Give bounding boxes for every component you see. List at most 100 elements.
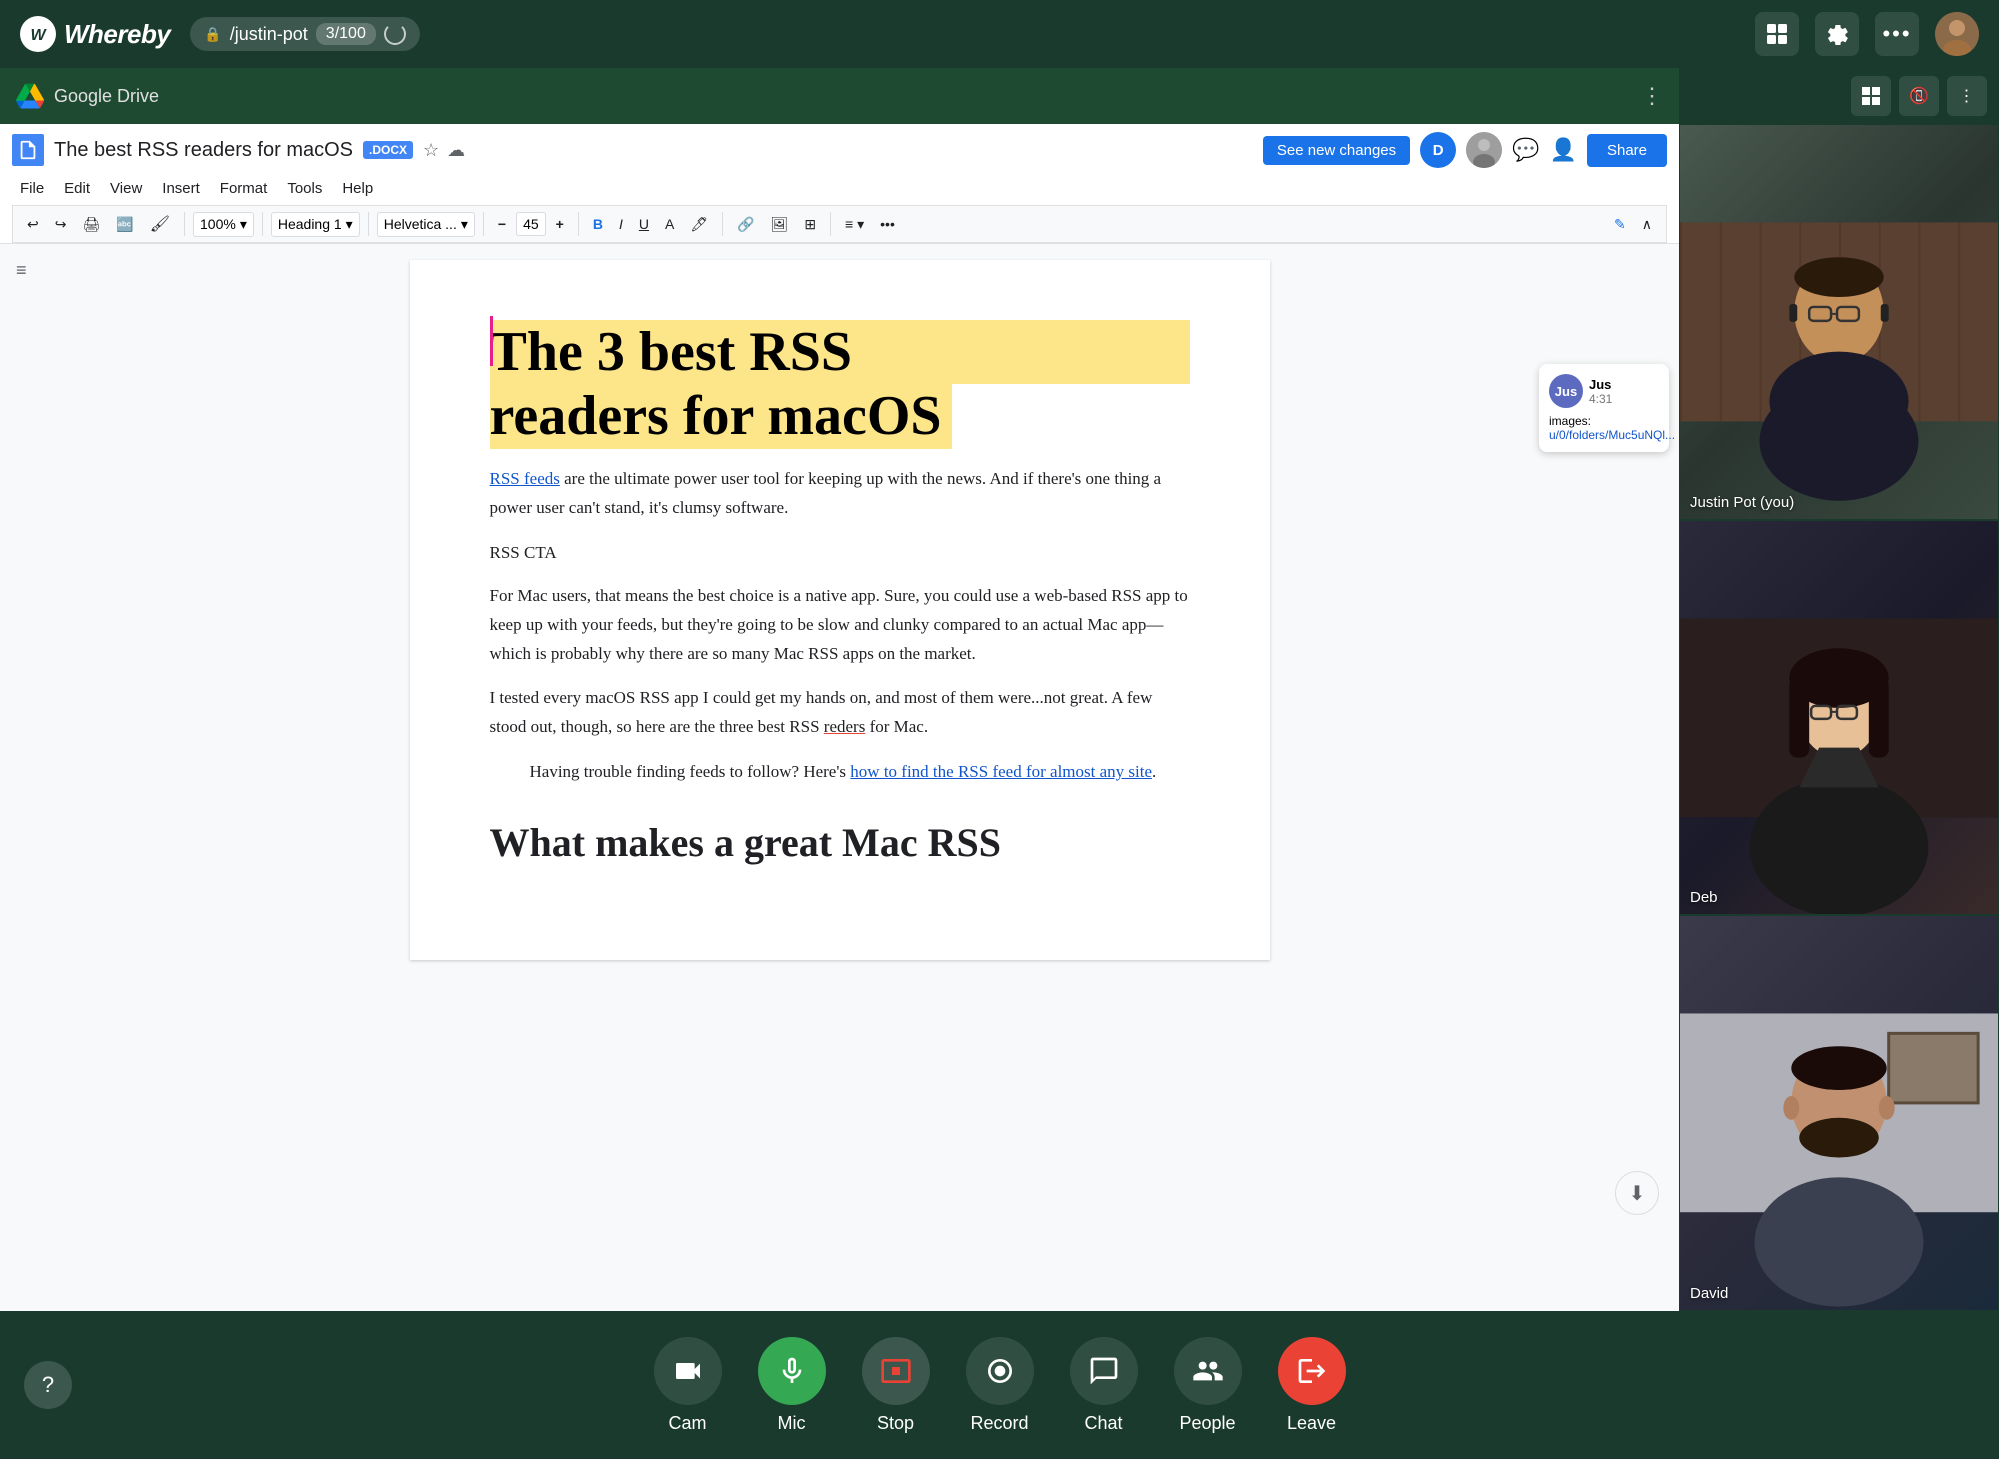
cam-button[interactable]	[654, 1337, 722, 1405]
text-color-button[interactable]: A	[659, 212, 680, 236]
toolbar-sep-3	[368, 212, 369, 236]
user-profile-avatar	[1466, 132, 1502, 168]
stop-screen-icon	[880, 1355, 912, 1387]
align-button[interactable]: ≡ ▾	[839, 212, 870, 237]
italic-button[interactable]: I	[613, 212, 629, 236]
stop-button[interactable]	[862, 1337, 930, 1405]
docs-file-icon	[12, 134, 44, 166]
leave-button[interactable]	[1278, 1337, 1346, 1405]
image-button[interactable]: 🖼	[765, 212, 795, 237]
gdrive-more-button[interactable]: ⋮	[1641, 83, 1663, 109]
star-icon[interactable]: ☆	[423, 140, 439, 161]
stop-toolbar-item[interactable]: Stop	[846, 1327, 946, 1444]
menu-format[interactable]: Format	[212, 176, 276, 201]
chat-icon	[1088, 1355, 1120, 1387]
highlight-button[interactable]: 🖊	[684, 212, 714, 237]
zoom-select[interactable]: 100% ▾	[193, 212, 254, 237]
doc-h2: What makes a great Mac RSS	[490, 811, 1190, 875]
camera-off-button[interactable]: 📵	[1899, 76, 1939, 116]
menu-edit[interactable]: Edit	[56, 176, 98, 201]
rss-feeds-link[interactable]: RSS feeds	[490, 469, 560, 488]
underline-button[interactable]: U	[633, 212, 655, 236]
refresh-icon[interactable]	[384, 23, 406, 45]
link-button[interactable]: 🔗	[731, 212, 760, 237]
undo-button[interactable]: ↩	[21, 212, 45, 237]
video-bg-david	[1680, 916, 1998, 1310]
docs-title-right: See new changes D 💬 👤 Share	[1263, 132, 1667, 168]
text-cursor	[490, 316, 493, 366]
cam-label: Cam	[668, 1413, 706, 1434]
cloud-icon[interactable]: ☁	[447, 140, 465, 161]
font-chevron: ▾	[461, 216, 468, 233]
redo-button[interactable]: ↪	[49, 212, 73, 237]
docs-file-title: The best RSS readers for macOS	[54, 139, 353, 162]
add-coauthor-icon[interactable]: 👤	[1550, 137, 1577, 163]
increase-font-button[interactable]: +	[550, 212, 570, 236]
david-video-sim	[1680, 916, 1998, 1310]
heading-style-select[interactable]: Heading 1 ▾	[271, 212, 360, 237]
url-bar[interactable]: 🔒 /justin-pot 3/100	[190, 17, 420, 51]
menu-help[interactable]: Help	[334, 176, 381, 201]
download-icon: ⬇	[1629, 1181, 1646, 1206]
deb-video-sim	[1680, 521, 1998, 915]
record-button[interactable]	[966, 1337, 1034, 1405]
user-avatar[interactable]	[1935, 12, 1979, 56]
chat-button[interactable]	[1070, 1337, 1138, 1405]
main-area: Google Drive ⋮ The best RSS readers for …	[0, 68, 1999, 1311]
edit-mode-button[interactable]: ✎	[1608, 212, 1632, 237]
more-button[interactable]: •••	[1875, 12, 1919, 56]
people-button[interactable]	[1174, 1337, 1242, 1405]
see-new-changes-button[interactable]: See new changes	[1263, 136, 1410, 165]
doc-download-button[interactable]: ⬇	[1615, 1171, 1659, 1215]
grid-view-button[interactable]	[1851, 76, 1891, 116]
bold-button[interactable]: B	[587, 212, 609, 236]
docs-scroll-area[interactable]: ≡ The 3 best RSS readers for macOS RSS f…	[0, 244, 1679, 1235]
menu-insert[interactable]: Insert	[154, 176, 208, 201]
doc-paragraph-3: I tested every macOS RSS app I could get…	[490, 684, 1190, 742]
print-button[interactable]: 🖨	[76, 212, 106, 237]
chat-user-avatar: Jus	[1549, 374, 1583, 408]
camera-off-icon: 📵	[1909, 86, 1929, 106]
comment-icon[interactable]: 💬	[1512, 137, 1539, 163]
rss-find-link[interactable]: how to find the RSS feed for almost any …	[850, 762, 1152, 781]
spellcheck-button[interactable]: 🔤	[110, 212, 139, 237]
settings-button[interactable]	[1815, 12, 1859, 56]
font-size-select[interactable]: 45	[516, 212, 546, 236]
cam-toolbar-item[interactable]: Cam	[638, 1327, 738, 1444]
heading-chevron: ▾	[346, 216, 353, 233]
mic-toolbar-item[interactable]: Mic	[742, 1327, 842, 1444]
video-tile-deb: Deb	[1679, 520, 1999, 916]
mic-button[interactable]	[758, 1337, 826, 1405]
docs-content: The best RSS readers for macOS .DOCX ☆ ☁…	[0, 124, 1679, 1311]
video-label-deb: Deb	[1690, 889, 1718, 906]
document-body[interactable]: The 3 best RSS readers for macOS RSS fee…	[410, 260, 1270, 960]
record-icon	[984, 1355, 1016, 1387]
chat-link[interactable]: u/0/folders/Muc5uNQl...	[1549, 428, 1675, 442]
video-more-button[interactable]: ⋮	[1947, 76, 1987, 116]
svg-text:W: W	[30, 27, 47, 44]
decrease-font-button[interactable]: −	[492, 212, 512, 236]
collapse-toolbar-button[interactable]: ∧	[1636, 212, 1658, 237]
video-header: 📵 ⋮	[1679, 68, 1999, 124]
leave-toolbar-item[interactable]: Leave	[1262, 1327, 1362, 1444]
help-button[interactable]: ?	[24, 1361, 72, 1409]
people-toolbar-item[interactable]: People	[1158, 1327, 1258, 1444]
toolbar-sep-5	[578, 212, 579, 236]
grid-button[interactable]	[1755, 12, 1799, 56]
font-family-select[interactable]: Helvetica ... ▾	[377, 212, 475, 237]
more-toolbar-button[interactable]: •••	[874, 212, 901, 236]
paint-format-button[interactable]: 🖌	[144, 210, 176, 238]
font-size-value: 45	[523, 216, 539, 232]
font-family-value: Helvetica ...	[384, 216, 457, 232]
people-label: People	[1179, 1413, 1235, 1434]
menu-file[interactable]: File	[12, 176, 52, 201]
chat-toolbar-item[interactable]: Chat	[1054, 1327, 1154, 1444]
outline-icon[interactable]: ≡	[16, 260, 27, 281]
table-button[interactable]: ⊞	[798, 212, 822, 237]
whereby-logo: W Whereby	[20, 16, 170, 52]
menu-view[interactable]: View	[102, 176, 150, 201]
blockquote-end: .	[1152, 762, 1156, 781]
share-button[interactable]: Share	[1587, 134, 1667, 167]
record-toolbar-item[interactable]: Record	[950, 1327, 1050, 1444]
menu-tools[interactable]: Tools	[279, 176, 330, 201]
